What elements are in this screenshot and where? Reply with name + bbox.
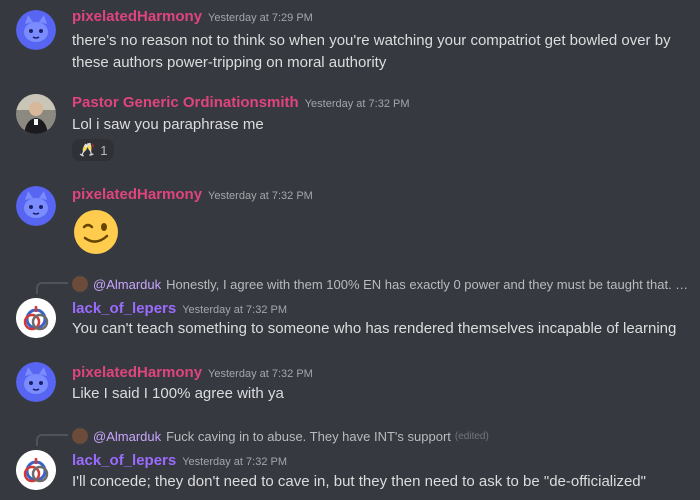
message-line: there's no reason not to think so when y… [72, 32, 671, 49]
username[interactable]: Pastor Generic Ordinationsmith [72, 94, 299, 111]
cat-avatar-icon [16, 186, 56, 226]
timestamp: Yesterday at 7:32 PM [304, 98, 410, 110]
avatar-pixelated-harmony[interactable] [16, 362, 56, 402]
reply-avatar [72, 276, 88, 292]
message-content: You can't teach something to someone who… [72, 318, 687, 340]
message-content: there's no reason not to think so when y… [72, 30, 687, 74]
message-content: Like I said I 100% agree with ya [72, 383, 687, 405]
message-line: these authors power-tripping on moral au… [72, 54, 387, 71]
reply-connector [36, 282, 68, 294]
username[interactable]: pixelatedHarmony [72, 364, 202, 381]
timestamp: Yesterday at 7:32 PM [208, 368, 313, 380]
reply-mention[interactable]: @Almarduk [93, 277, 161, 292]
reply-preview[interactable]: @Almarduk Fuck caving in to abuse. They … [72, 426, 692, 446]
username[interactable]: lack_of_lepers [72, 452, 176, 469]
reply-text: Honestly, I agree with them 100% EN has … [166, 276, 692, 292]
reply-preview[interactable]: @Almarduk Honestly, I agree with them 10… [72, 274, 692, 294]
chat-log: pixelatedHarmony Yesterday at 7:29 PM the… [0, 0, 700, 500]
timestamp: Yesterday at 7:29 PM [208, 12, 313, 24]
edited-tag: (edited) [454, 430, 489, 442]
username[interactable]: pixelatedHarmony [72, 186, 202, 203]
cat-avatar-icon [16, 362, 56, 402]
rings-avatar-icon [16, 298, 56, 338]
message-content: Lol i saw you paraphrase me [72, 114, 687, 136]
message-line: You can't teach something to someone who… [72, 320, 677, 337]
username[interactable]: lack_of_lepers [72, 300, 176, 317]
timestamp: Yesterday at 7:32 PM [208, 190, 313, 202]
reply-avatar [72, 428, 88, 444]
clinking-glasses-emoji-icon: 🥂 [79, 142, 96, 157]
cat-avatar-icon [16, 10, 56, 50]
username[interactable]: pixelatedHarmony [72, 8, 202, 25]
winking-face-emoji-icon [74, 210, 118, 254]
reaction-clinking-glasses[interactable]: 🥂 1 [72, 139, 115, 161]
avatar-pastor[interactable] [16, 94, 56, 134]
message-line: Lol i saw you paraphrase me [72, 116, 264, 133]
avatar-pixelated-harmony[interactable] [16, 10, 56, 50]
avatar-lack-of-lepers[interactable] [16, 298, 56, 338]
message-line: I'll concede; they don't need to cave in… [72, 473, 646, 490]
reply-connector [36, 434, 68, 446]
rings-avatar-icon [16, 450, 56, 490]
reply-mention[interactable]: @Almarduk [93, 429, 161, 444]
avatar-pixelated-harmony[interactable] [16, 186, 56, 226]
person-avatar-icon [16, 94, 56, 134]
message-content: I'll concede; they don't need to cave in… [72, 471, 687, 493]
timestamp: Yesterday at 7:32 PM [182, 304, 288, 316]
message-line: Like I said I 100% agree with ya [72, 385, 284, 402]
reaction-count: 1 [100, 142, 108, 158]
timestamp: Yesterday at 7:32 PM [182, 456, 288, 468]
reply-text: Fuck caving in to abuse. They have INT's… [166, 428, 451, 444]
avatar-lack-of-lepers[interactable] [16, 450, 56, 490]
